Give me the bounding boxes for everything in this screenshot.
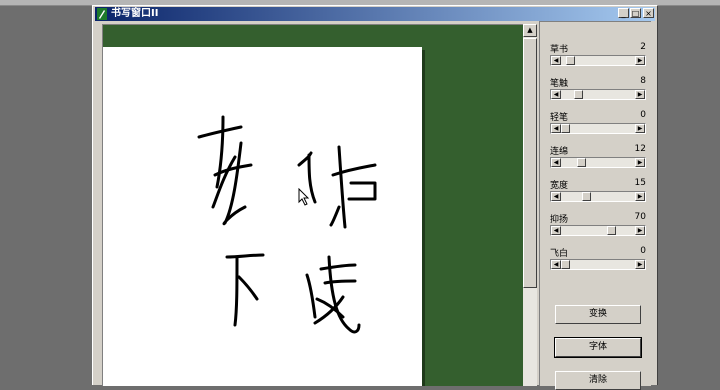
- slider-thumb[interactable]: [566, 56, 576, 65]
- param-row: 抑扬 70 ◀ ▶: [550, 212, 646, 242]
- param-row: 草书 2 ◀ ▶: [550, 42, 646, 72]
- parameter-panel: 草书 2 ◀ ▶ 笔触 8 ◀ ▶ 轻笔 0 ◀ ▶ 连绵 12 ◀ ▶ 宽度 …: [539, 21, 651, 390]
- scroll-up-arrow-icon[interactable]: ▲: [523, 24, 537, 37]
- param-slider[interactable]: ◀ ▶: [550, 259, 646, 270]
- slider-thumb[interactable]: [574, 90, 583, 99]
- param-label: 草书: [550, 45, 569, 55]
- slider-right-arrow-icon[interactable]: ▶: [635, 260, 645, 269]
- slider-thumb[interactable]: [577, 158, 587, 167]
- mouse-cursor-icon: [298, 188, 310, 206]
- param-label: 连绵: [550, 147, 569, 157]
- scroll-thumb[interactable]: [523, 38, 537, 288]
- maximize-button[interactable]: □: [630, 8, 641, 18]
- slider-right-arrow-icon[interactable]: ▶: [635, 56, 645, 65]
- clear-button[interactable]: 清除: [555, 371, 641, 390]
- minimize-button[interactable]: _: [618, 8, 629, 18]
- slider-left-arrow-icon[interactable]: ◀: [551, 56, 561, 65]
- param-slider[interactable]: ◀ ▶: [550, 191, 646, 202]
- slider-right-arrow-icon[interactable]: ▶: [635, 158, 645, 167]
- param-value: 70: [634, 212, 646, 222]
- close-button[interactable]: ×: [643, 8, 654, 18]
- title-bar[interactable]: 书写窗口II _ □ ×: [95, 7, 655, 21]
- param-label: 飞白: [550, 249, 569, 259]
- slider-right-arrow-icon[interactable]: ▶: [635, 226, 645, 235]
- handwritten-strokes: [197, 115, 377, 334]
- param-label: 抑扬: [550, 215, 569, 225]
- brush-icon: [97, 8, 107, 20]
- slider-right-arrow-icon[interactable]: ▶: [635, 90, 645, 99]
- slider-left-arrow-icon[interactable]: ◀: [551, 226, 561, 235]
- slider-thumb[interactable]: [582, 192, 592, 201]
- slider-left-arrow-icon[interactable]: ◀: [551, 124, 561, 133]
- param-row: 宽度 15 ◀ ▶: [550, 178, 646, 208]
- param-slider[interactable]: ◀ ▶: [550, 157, 646, 168]
- vertical-scrollbar[interactable]: ▲: [523, 24, 537, 386]
- slider-right-arrow-icon[interactable]: ▶: [635, 192, 645, 201]
- param-slider[interactable]: ◀ ▶: [550, 225, 646, 236]
- writing-canvas-area[interactable]: [102, 24, 527, 386]
- font-button[interactable]: 字体: [554, 337, 642, 358]
- param-slider[interactable]: ◀ ▶: [550, 55, 646, 66]
- param-slider[interactable]: ◀ ▶: [550, 123, 646, 134]
- param-row: 轻笔 0 ◀ ▶: [550, 110, 646, 140]
- slider-left-arrow-icon[interactable]: ◀: [551, 192, 561, 201]
- convert-button[interactable]: 变换: [555, 305, 641, 324]
- window-title: 书写窗口II: [111, 8, 159, 19]
- param-value: 15: [634, 178, 646, 188]
- param-value: 0: [640, 246, 646, 256]
- slider-left-arrow-icon[interactable]: ◀: [551, 260, 561, 269]
- writing-paper[interactable]: [103, 47, 422, 386]
- param-label: 轻笔: [550, 113, 569, 123]
- param-value: 12: [634, 144, 646, 154]
- param-label: 笔触: [550, 79, 569, 89]
- param-value: 2: [640, 42, 646, 52]
- param-value: 0: [640, 110, 646, 120]
- slider-left-arrow-icon[interactable]: ◀: [551, 90, 561, 99]
- slider-right-arrow-icon[interactable]: ▶: [635, 124, 645, 133]
- param-row: 连绵 12 ◀ ▶: [550, 144, 646, 174]
- param-value: 8: [640, 76, 646, 86]
- slider-thumb[interactable]: [561, 124, 570, 133]
- param-row: 飞白 0 ◀ ▶: [550, 246, 646, 276]
- slider-thumb[interactable]: [606, 226, 616, 235]
- param-row: 笔触 8 ◀ ▶: [550, 76, 646, 106]
- param-label: 宽度: [550, 181, 569, 191]
- slider-thumb[interactable]: [561, 260, 570, 269]
- calligraphy-window: 书写窗口II _ □ × ▲ 草书 2 ◀ ▶ 笔触 8 ◀ ▶ 轻笔 0 ◀ …: [92, 5, 658, 390]
- slider-left-arrow-icon[interactable]: ◀: [551, 158, 561, 167]
- param-slider[interactable]: ◀ ▶: [550, 89, 646, 100]
